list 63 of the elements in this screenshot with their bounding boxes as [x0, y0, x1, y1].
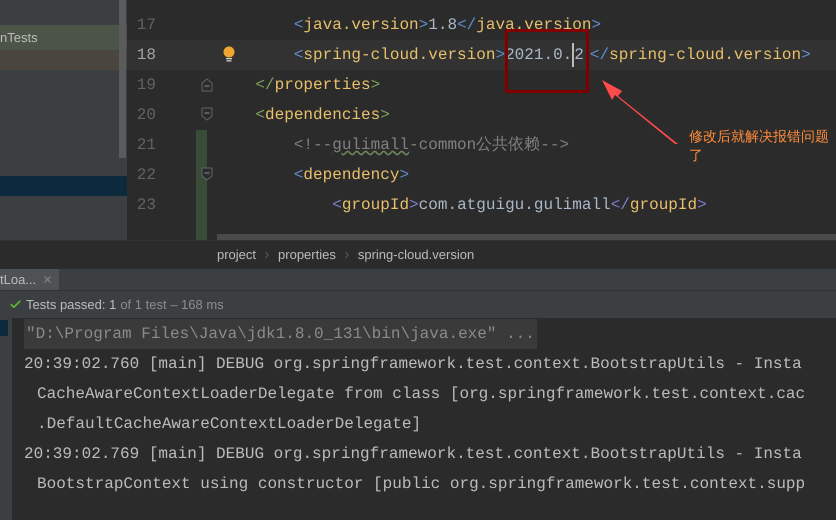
run-tab[interactable]: tLoa...: [0, 269, 60, 290]
console-line: BootstrapContext using constructor [public org.springframework.test.context.supp: [37, 474, 806, 495]
code-text: com.atguigu.gulimall: [418, 195, 611, 216]
tag-bracket: </: [610, 195, 630, 216]
xml-tag: java.version: [476, 13, 592, 37]
close-icon[interactable]: [42, 274, 54, 285]
fold-marker-icon[interactable]: [201, 78, 213, 92]
line-number: 21: [136, 135, 156, 156]
tree-item[interactable]: nTests: [0, 25, 127, 50]
xml-tag: java.version: [303, 13, 419, 37]
tag-bracket: </: [457, 15, 476, 36]
line-number: 18: [136, 45, 156, 66]
scrollbar-thumb[interactable]: [119, 0, 126, 158]
console-line: CacheAwareContextLoaderDelegate from class [org.springframework.test.context.cac: [37, 384, 806, 405]
scrollbar-thumb[interactable]: [217, 234, 836, 240]
tag-bracket: >: [380, 105, 390, 126]
tag-bracket: >: [370, 75, 380, 96]
status-text: Tests passed: 1: [26, 296, 116, 314]
tag-bracket: <: [294, 165, 304, 186]
xml-tag: spring-cloud.version: [609, 43, 802, 67]
tree-row[interactable]: [0, 50, 127, 70]
breadcrumb-item[interactable]: spring-cloud.version: [358, 244, 474, 264]
code-text: 2021.0.: [505, 45, 572, 66]
breadcrumb-item[interactable]: project: [217, 244, 256, 264]
tag-bracket: <: [332, 195, 342, 216]
tag-bracket: >: [697, 195, 707, 216]
tag-bracket: >: [418, 15, 428, 36]
fold-marker-icon[interactable]: [201, 167, 213, 181]
line-number: 20: [136, 105, 156, 126]
breadcrumb-item[interactable]: properties: [278, 244, 336, 264]
xml-tag: groupId: [630, 193, 698, 217]
tag-bracket: <: [255, 105, 266, 126]
annotation-text: 修改后就解决报错问题了: [689, 127, 829, 165]
code-comment: <!--: [294, 135, 332, 156]
tag-bracket: >: [495, 45, 506, 66]
tag-bracket: >: [409, 195, 419, 216]
lightbulb-icon[interactable]: [223, 46, 235, 62]
code-text: 2: [572, 43, 584, 67]
xml-tag: spring-cloud.version: [303, 43, 496, 67]
line-number: 22: [136, 165, 156, 186]
tag-bracket: </: [255, 75, 275, 96]
line-number: 19: [136, 75, 156, 96]
console-line: .DefaultCacheAwareContextLoaderDelegate]: [37, 414, 422, 435]
tag-bracket: <: [294, 45, 304, 66]
line-number: 23: [136, 195, 156, 216]
status-detail: of 1 test – 168 ms: [120, 296, 224, 314]
tag-bracket: </: [590, 45, 610, 66]
code-text: 1.8: [428, 15, 458, 36]
xml-tag: dependency: [303, 163, 400, 187]
xml-tag: properties: [274, 73, 371, 97]
console-line: 20:39:02.760 [main] DEBUG org.springframework.test.context.BootstrapUtils - Insta: [24, 354, 802, 375]
code-comment: -common公共依赖-->: [409, 134, 570, 156]
console-line: 20:39:02.769 [main] DEBUG org.springframework.test.context.BootstrapUtils - Insta: [24, 444, 802, 465]
code-comment: gulimall: [332, 135, 410, 156]
tag-bracket: >: [591, 15, 602, 36]
test-node[interactable]: [0, 320, 8, 336]
tag-bracket: <: [294, 15, 304, 36]
tag-bracket: >: [801, 45, 811, 66]
line-number: 17: [136, 15, 156, 36]
tag-bracket: >: [399, 165, 410, 186]
xml-tag: groupId: [342, 193, 410, 217]
xml-tag: dependencies: [265, 103, 380, 127]
fold-marker-icon[interactable]: [201, 107, 213, 121]
